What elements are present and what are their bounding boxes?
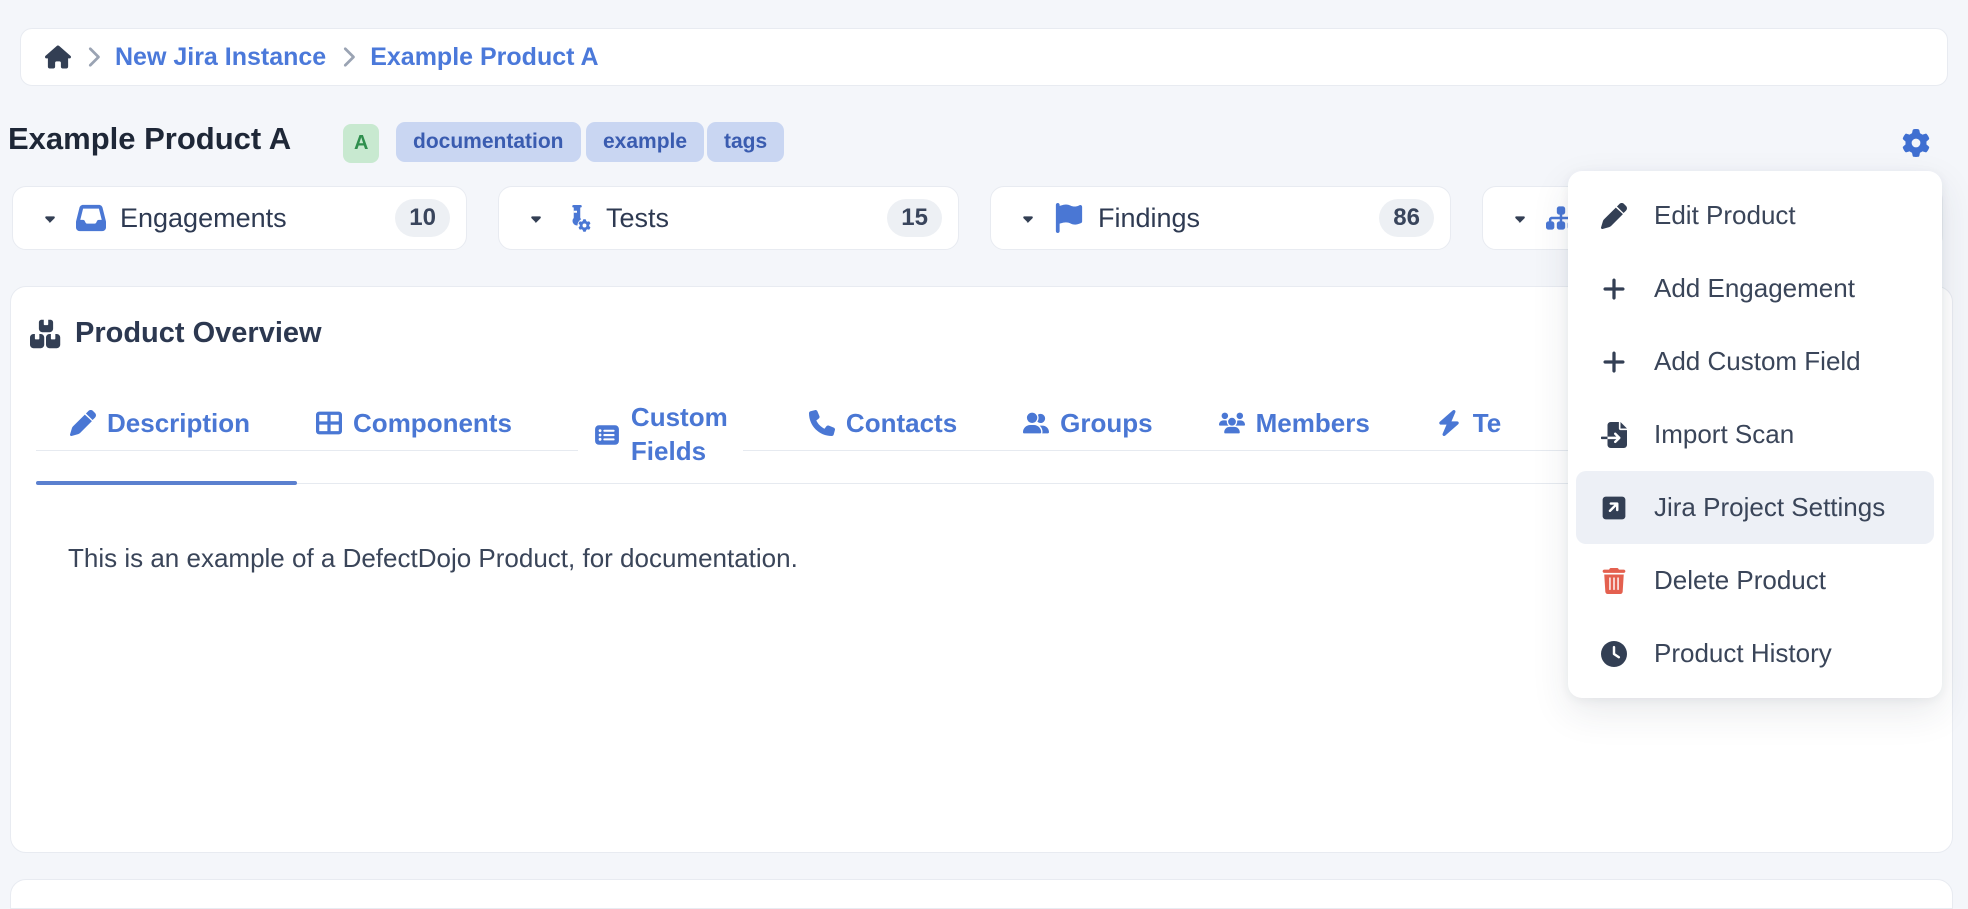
- page-title: Example Product A: [8, 121, 291, 157]
- menu-item-import-scan[interactable]: Import Scan: [1576, 398, 1934, 471]
- pen-icon: [1600, 203, 1628, 229]
- clock-icon: [1600, 641, 1628, 667]
- product-actions-menu: Edit Product Add Engagement Add Custom F…: [1568, 171, 1942, 698]
- breadcrumb-link-product[interactable]: Example Product A: [370, 43, 598, 72]
- tag-tags[interactable]: tags: [707, 122, 784, 162]
- tests-count-badge: 15: [887, 199, 942, 237]
- engagements-label: Engagements: [120, 203, 287, 234]
- engagements-card[interactable]: Engagements 10: [12, 186, 467, 250]
- chevron-right-icon: [86, 46, 100, 68]
- menu-item-add-custom-field[interactable]: Add Custom Field: [1576, 325, 1934, 398]
- overview-header: Product Overview: [30, 317, 322, 350]
- overview-title: Product Overview: [75, 317, 322, 350]
- product-settings-gear-button[interactable]: [1902, 129, 1930, 157]
- flag-icon: [1054, 203, 1084, 233]
- tab-description[interactable]: Description: [70, 408, 250, 439]
- tab-components[interactable]: Components: [316, 408, 512, 439]
- gear-icon: [1902, 129, 1930, 157]
- tab-technologies[interactable]: Te: [1436, 408, 1501, 439]
- menu-item-product-history[interactable]: Product History: [1576, 617, 1934, 690]
- plus-icon: [1600, 276, 1628, 302]
- tab-contacts[interactable]: Contacts: [809, 408, 957, 439]
- findings-count-badge: 86: [1379, 199, 1434, 237]
- caret-down-icon: [1511, 210, 1528, 227]
- caret-down-icon: [1019, 210, 1036, 227]
- vial-gear-icon: [562, 203, 592, 233]
- bolt-icon: [1436, 410, 1462, 436]
- menu-item-jira-project-settings[interactable]: Jira Project Settings: [1576, 471, 1934, 544]
- caret-down-icon: [41, 210, 58, 227]
- menu-item-add-engagement[interactable]: Add Engagement: [1576, 252, 1934, 325]
- list-icon: [594, 422, 620, 448]
- menu-item-edit-product[interactable]: Edit Product: [1576, 179, 1934, 252]
- product-description-text: This is an example of a DefectDojo Produ…: [68, 543, 798, 574]
- tests-card[interactable]: Tests 15: [498, 186, 959, 250]
- user-group-icon: [1023, 410, 1049, 436]
- home-icon[interactable]: [45, 45, 71, 69]
- plus-icon: [1600, 349, 1628, 375]
- breadcrumb: New Jira Instance Example Product A: [20, 28, 1948, 86]
- trash-icon: [1600, 568, 1628, 594]
- phone-icon: [809, 410, 835, 436]
- grade-badge: A: [343, 124, 379, 163]
- pen-icon: [70, 410, 96, 436]
- breadcrumb-link-jira-instance[interactable]: New Jira Instance: [115, 43, 326, 72]
- inbox-icon: [76, 203, 106, 233]
- menu-item-delete-product[interactable]: Delete Product: [1576, 544, 1934, 617]
- findings-label: Findings: [1098, 203, 1200, 234]
- table-icon: [316, 410, 342, 436]
- next-card-edge: [10, 879, 1953, 909]
- tab-custom-fields[interactable]: Custom Fields: [578, 395, 743, 475]
- findings-card[interactable]: Findings 86: [990, 186, 1451, 250]
- caret-down-icon: [527, 210, 544, 227]
- tag-documentation[interactable]: documentation: [396, 122, 581, 162]
- tests-label: Tests: [606, 203, 669, 234]
- engagements-count-badge: 10: [395, 199, 450, 237]
- tag-example[interactable]: example: [586, 122, 704, 162]
- active-tab-indicator: [36, 481, 297, 485]
- square-arrow-up-right-icon: [1600, 495, 1628, 521]
- users-icon: [1219, 410, 1245, 436]
- file-import-icon: [1600, 422, 1628, 448]
- boxes-icon: [30, 319, 62, 349]
- chevron-right-icon: [341, 46, 355, 68]
- tab-members[interactable]: Members: [1219, 408, 1370, 439]
- tab-groups[interactable]: Groups: [1023, 408, 1152, 439]
